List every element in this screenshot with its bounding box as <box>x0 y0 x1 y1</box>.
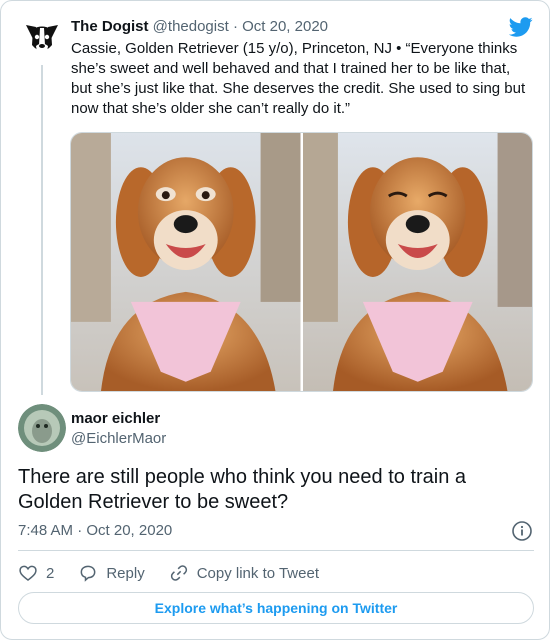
divider <box>18 550 534 551</box>
copy-link-label: Copy link to Tweet <box>196 564 319 582</box>
meta-separator: · <box>232 18 238 35</box>
heart-icon <box>19 565 37 582</box>
dog-face-icon[interactable] <box>18 15 66 63</box>
copy-link-button[interactable]: Copy link to Tweet <box>169 563 319 583</box>
reply-label: Reply <box>106 564 145 582</box>
parent-tweet-text: Cassie, Golden Retriever (15 y/o), Princ… <box>71 40 526 117</box>
reply-tweet-text: There are still people who think you nee… <box>18 466 467 513</box>
reply-button[interactable]: Reply <box>78 563 145 583</box>
twitter-bird-icon[interactable] <box>509 15 533 39</box>
reply-author-handle[interactable]: @EichlerMaor <box>71 429 166 449</box>
explore-twitter-button[interactable]: Explore what’s happening on Twitter <box>18 592 534 624</box>
like-count: 2 <box>46 564 55 582</box>
parent-tweet-header: The Dogist @thedogist · Oct 20, 2020 <box>71 17 328 37</box>
avatar[interactable] <box>18 404 66 452</box>
info-icon[interactable] <box>511 520 533 542</box>
tweet-timestamp[interactable]: 7:48 AM · Oct 20, 2020 <box>18 521 172 541</box>
golden-retriever-smiling-photo[interactable] <box>71 133 301 391</box>
golden-retriever-eyes-closed-photo[interactable] <box>302 133 533 391</box>
tweet-embed-card: The Dogist @thedogist · Oct 20, 2020 Cas… <box>0 0 550 640</box>
parent-author-handle[interactable]: @thedogist <box>153 18 229 35</box>
parent-author-name[interactable]: The Dogist <box>71 18 149 35</box>
link-icon <box>170 565 187 581</box>
like-button[interactable]: 2 <box>18 563 54 583</box>
reply-author-name[interactable]: maor eichler <box>71 409 160 429</box>
thread-connector-line <box>41 65 43 395</box>
tweet-media[interactable] <box>70 132 533 392</box>
parent-tweet-date[interactable]: Oct 20, 2020 <box>242 18 328 35</box>
reply-bubble-icon <box>80 565 96 582</box>
tweet-actions: 2 Reply Copy link to Tweet <box>18 561 343 585</box>
